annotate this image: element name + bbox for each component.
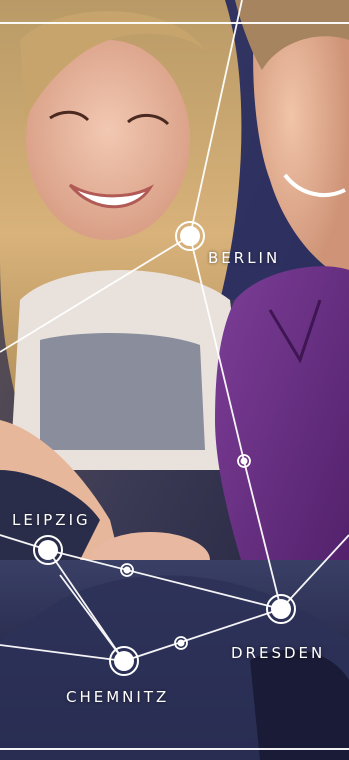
small-node (120, 563, 134, 577)
city-label-berlin: BERLIN (208, 249, 281, 267)
city-label-leipzig: LEIPZIG (12, 511, 91, 529)
node-chemnitz (109, 646, 139, 676)
connection-line (0, 235, 191, 353)
connection-line (280, 534, 349, 610)
node-berlin (175, 221, 205, 251)
connection-line (59, 574, 125, 662)
connection-line (243, 460, 282, 610)
connection-line (0, 644, 125, 662)
city-label-dresden: DRESDEN (231, 644, 326, 662)
connection-line (189, 0, 243, 237)
node-leipzig (33, 535, 63, 565)
connection-line (189, 235, 245, 462)
city-label-chemnitz: CHEMNITZ (66, 688, 170, 706)
network-banner: BERLIN LEIPZIG DRESDEN CHEMNITZ (0, 0, 349, 760)
small-node (237, 454, 251, 468)
node-dresden (266, 594, 296, 624)
